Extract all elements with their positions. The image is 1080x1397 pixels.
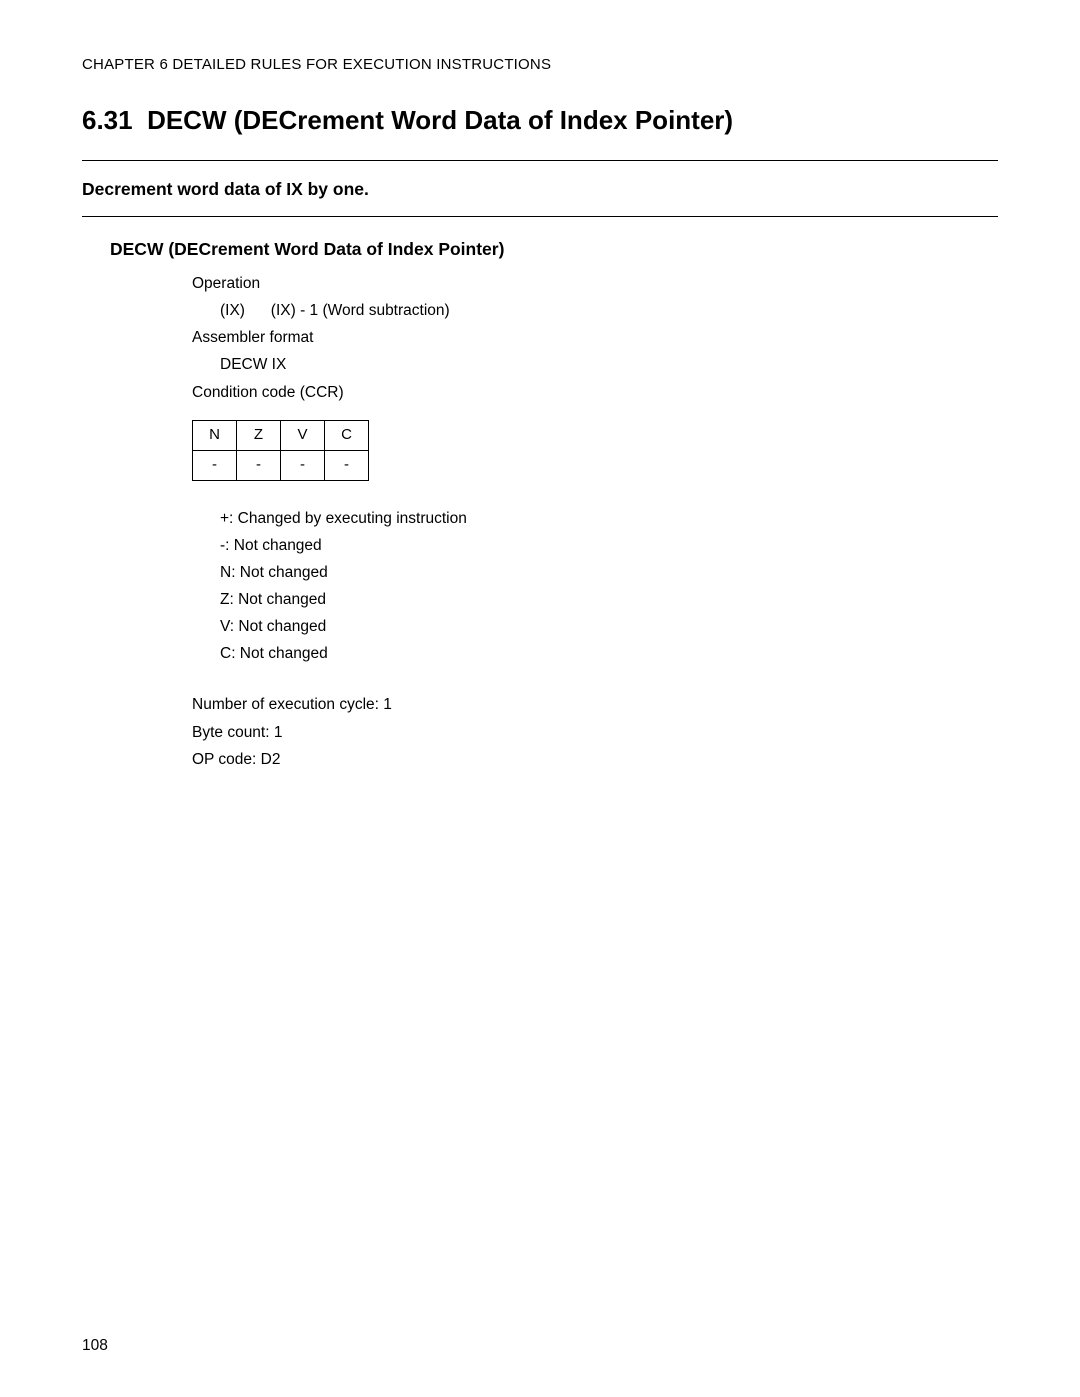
summary-text: Decrement word data of IX by one.	[82, 179, 998, 200]
page-number: 108	[82, 1337, 108, 1355]
assembler-label: Assembler format	[192, 324, 998, 351]
ccr-header-row: N Z V C	[193, 420, 369, 450]
byte-count: Byte count: 1	[192, 719, 998, 746]
ccr-header-z: Z	[237, 420, 281, 450]
legend-plus: +: Changed by executing instruction	[220, 505, 998, 532]
section-title: 6.31 DECW (DECrement Word Data of Index …	[82, 105, 998, 136]
ccr-value-n: -	[193, 450, 237, 480]
content-block: Operation (IX) (IX) - 1 (Word subtractio…	[192, 270, 998, 773]
chapter-header: CHAPTER 6 DETAILED RULES FOR EXECUTION I…	[82, 56, 998, 73]
ccr-value-v: -	[281, 450, 325, 480]
ccr-value-z: -	[237, 450, 281, 480]
legend-n: N: Not changed	[220, 559, 998, 586]
bottom-block: Number of execution cycle: 1 Byte count:…	[192, 691, 998, 772]
section-number: 6.31	[82, 105, 133, 135]
section-heading: DECW (DECrement Word Data of Index Point…	[147, 105, 733, 135]
divider-bottom	[82, 216, 998, 217]
op-code: OP code: D2	[192, 746, 998, 773]
subsection-title: DECW (DECrement Word Data of Index Point…	[110, 239, 998, 260]
operation-label: Operation	[192, 270, 998, 297]
ccr-table: N Z V C - - - -	[192, 420, 369, 481]
ccr-header-v: V	[281, 420, 325, 450]
assembler-value: DECW IX	[220, 351, 998, 378]
ccr-label: Condition code (CCR)	[192, 379, 998, 406]
legend-block: +: Changed by executing instruction -: N…	[220, 505, 998, 668]
ccr-value-c: -	[325, 450, 369, 480]
divider-top	[82, 160, 998, 161]
ccr-header-n: N	[193, 420, 237, 450]
legend-c: C: Not changed	[220, 640, 998, 667]
legend-v: V: Not changed	[220, 613, 998, 640]
legend-minus: -: Not changed	[220, 532, 998, 559]
operation-value: (IX) (IX) - 1 (Word subtraction)	[220, 297, 998, 324]
ccr-value-row: - - - -	[193, 450, 369, 480]
ccr-header-c: C	[325, 420, 369, 450]
legend-z: Z: Not changed	[220, 586, 998, 613]
exec-cycle: Number of execution cycle: 1	[192, 691, 998, 718]
